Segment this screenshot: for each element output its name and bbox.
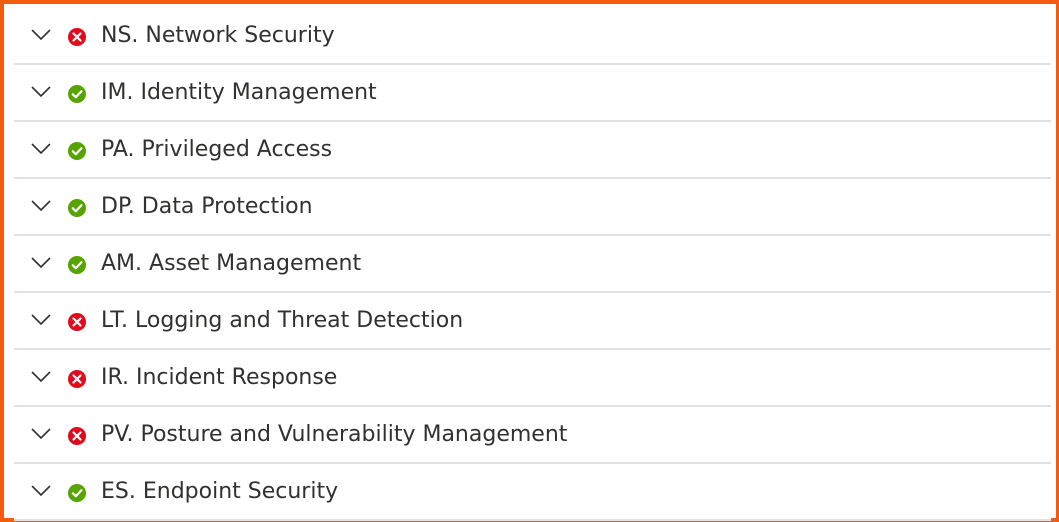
section-label: PV. Posture and Vulnerability Management (101, 422, 568, 447)
check-icon (68, 199, 86, 217)
section-label: IM. Identity Management (101, 80, 377, 105)
section-label: IR. Incident Response (101, 365, 338, 390)
check-icon (68, 85, 86, 103)
section-row-pa[interactable]: PA. Privileged Access (14, 122, 1051, 179)
section-row-im[interactable]: IM. Identity Management (14, 65, 1051, 122)
chevron-down-icon[interactable] (31, 143, 51, 155)
error-icon (68, 370, 86, 388)
section-row-lt[interactable]: LT. Logging and Threat Detection (14, 293, 1051, 350)
chevron-down-icon[interactable] (31, 485, 51, 497)
check-icon (68, 256, 86, 274)
section-row-am[interactable]: AM. Asset Management (14, 236, 1051, 293)
section-row-dp[interactable]: DP. Data Protection (14, 179, 1051, 236)
chevron-down-icon[interactable] (31, 428, 51, 440)
chevron-down-icon[interactable] (31, 29, 51, 41)
check-icon (68, 142, 86, 160)
section-row-ir[interactable]: IR. Incident Response (14, 350, 1051, 407)
section-label: PA. Privileged Access (101, 137, 333, 162)
chevron-down-icon[interactable] (31, 86, 51, 98)
section-label: ES. Endpoint Security (101, 479, 339, 504)
section-label: NS. Network Security (101, 23, 335, 48)
compliance-section-list: NS. Network Security IM. Identity Manage… (14, 8, 1051, 521)
section-row-es[interactable]: ES. Endpoint Security (14, 464, 1051, 521)
section-label: DP. Data Protection (101, 194, 313, 219)
error-icon (68, 427, 86, 445)
section-row-pv[interactable]: PV. Posture and Vulnerability Management (14, 407, 1051, 464)
section-label: AM. Asset Management (101, 251, 362, 276)
section-row-ns[interactable]: NS. Network Security (14, 8, 1051, 65)
error-icon (68, 313, 86, 331)
error-icon (68, 28, 86, 46)
chevron-down-icon[interactable] (31, 200, 51, 212)
chevron-down-icon[interactable] (31, 314, 51, 326)
check-icon (68, 484, 86, 502)
chevron-down-icon[interactable] (31, 257, 51, 269)
chevron-down-icon[interactable] (31, 371, 51, 383)
section-label: LT. Logging and Threat Detection (101, 308, 464, 333)
screenshot-frame: NS. Network Security IM. Identity Manage… (0, 0, 1059, 522)
